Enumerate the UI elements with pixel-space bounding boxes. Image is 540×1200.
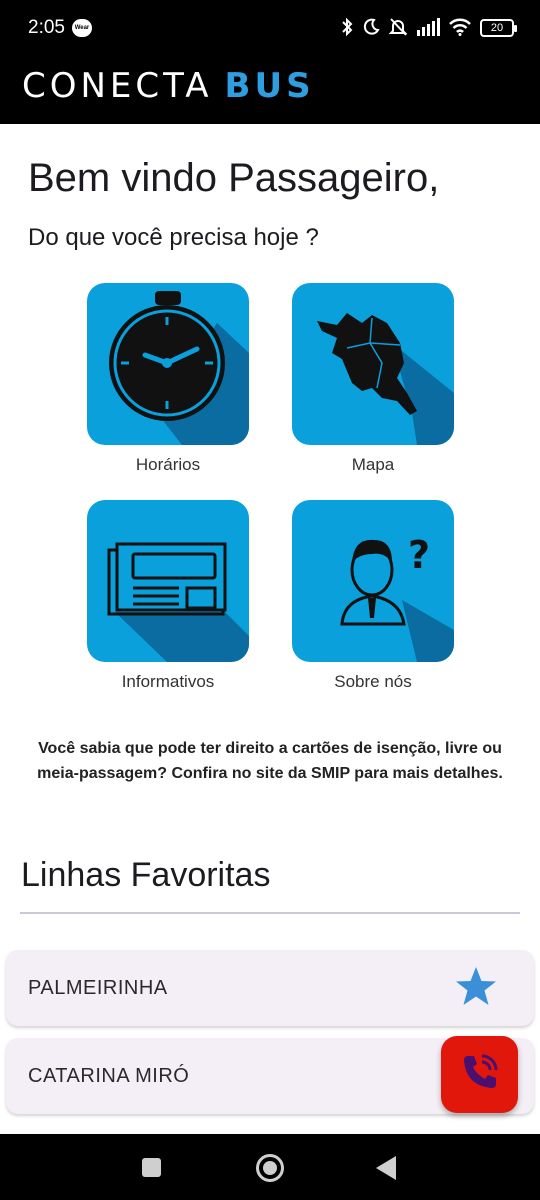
bluetooth-icon xyxy=(340,17,354,40)
tile-label: Mapa xyxy=(351,455,395,474)
brand-logo: CONECTA BUS xyxy=(22,66,315,106)
prompt-text: Do que você precisa hoje ? xyxy=(28,224,319,251)
tile-mapa[interactable]: Mapa xyxy=(292,283,454,475)
phone-call-icon xyxy=(458,1050,502,1099)
tile-horarios[interactable]: Horários xyxy=(87,283,249,475)
info-text: Você sabia que pode ter direito a cartõe… xyxy=(37,740,503,782)
wear-icon: Wear xyxy=(72,19,92,37)
status-icons: 20 xyxy=(340,14,517,42)
tile-label: Sobre nós xyxy=(334,672,412,691)
favorite-line-name: CATARINA MIRÓ xyxy=(28,1065,190,1087)
tile-label: Horários xyxy=(135,455,201,474)
tile-informativos[interactable]: Informativos xyxy=(87,500,249,692)
welcome-title: Bem vindo Passageiro, xyxy=(28,156,440,200)
favorite-line-name: PALMEIRINHA xyxy=(28,977,168,999)
home-icon[interactable] xyxy=(256,1154,284,1182)
wifi-icon xyxy=(448,18,472,39)
tile-label: Informativos xyxy=(121,672,215,691)
stopwatch-icon[interactable] xyxy=(87,283,249,445)
signal-icon xyxy=(416,17,440,39)
call-button[interactable] xyxy=(441,1036,518,1113)
favorite-line-card[interactable]: PALMEIRINHA xyxy=(6,950,534,1026)
app-header: 2:05 Wear 20 CONECTA BUS xyxy=(0,0,540,124)
recents-icon[interactable] xyxy=(142,1158,161,1177)
back-icon[interactable] xyxy=(376,1156,396,1180)
brand-part-2: BUS xyxy=(224,66,315,106)
favorites-title: Linhas Favoritas xyxy=(21,856,271,894)
svg-text:?: ? xyxy=(408,533,430,577)
divider xyxy=(20,912,520,914)
mute-icon xyxy=(388,17,408,40)
system-nav-bar xyxy=(0,1134,540,1200)
brand-part-1: CONECTA xyxy=(22,66,213,106)
star-icon[interactable] xyxy=(454,966,498,1013)
status-time: 2:05 xyxy=(28,17,65,38)
battery-icon: 20 xyxy=(480,19,517,37)
map-icon[interactable] xyxy=(292,283,454,445)
newspaper-icon[interactable] xyxy=(87,500,249,662)
tile-sobre-nos[interactable]: ? Sobre nós xyxy=(292,500,454,692)
person-question-icon[interactable]: ? xyxy=(292,500,454,662)
do-not-disturb-moon-icon xyxy=(362,18,380,39)
